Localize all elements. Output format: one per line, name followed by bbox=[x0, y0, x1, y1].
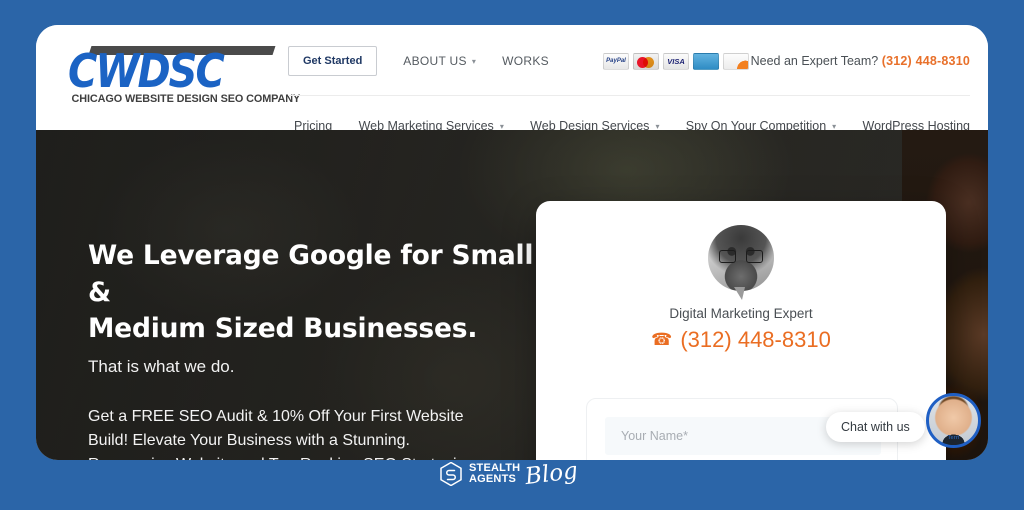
mastercard-icon bbox=[633, 52, 659, 70]
header-divider bbox=[288, 95, 970, 96]
phone-icon: ☎ bbox=[651, 330, 673, 349]
expert-prefix: Need an Expert Team? bbox=[750, 54, 879, 68]
card-phone-link[interactable]: ☎ (312) 448-8310 bbox=[536, 327, 946, 353]
glasses-icon bbox=[719, 250, 763, 263]
top-nav-about-us[interactable]: ABOUT US ▾ bbox=[403, 54, 476, 68]
stealth-agents-watermark: STEALTH AGENTS Blog bbox=[440, 457, 580, 491]
watermark-line-2: AGENTS bbox=[469, 473, 517, 485]
header-top-row: Get Started ABOUT US ▾ WORKS PayPal VISA… bbox=[288, 37, 970, 85]
paypal-icon: PayPal bbox=[603, 52, 629, 70]
get-started-button[interactable]: Get Started bbox=[288, 46, 378, 76]
hero-section: We Leverage Google for Small & Medium Si… bbox=[36, 130, 988, 460]
speech-bubble-tail-icon bbox=[734, 287, 745, 300]
browser-card: CWDSC CHICAGO WEBSITE DESIGN SEO COMPANY… bbox=[36, 25, 988, 460]
discover-icon bbox=[723, 52, 749, 70]
expert-avatar bbox=[708, 225, 774, 300]
card-phone-number: (312) 448-8310 bbox=[680, 327, 831, 352]
watermark-text: STEALTH AGENTS bbox=[469, 462, 520, 485]
hero-heading-line-2: Medium Sized Businesses. bbox=[88, 313, 478, 345]
hero-lead-line-1: Get a FREE SEO Audit & 10% Off Your Firs… bbox=[88, 407, 464, 425]
chat-with-us-bubble[interactable]: Chat with us bbox=[826, 412, 925, 442]
top-nav-works-label: WORKS bbox=[502, 54, 549, 68]
chat-agent-name: Terri bbox=[947, 435, 960, 441]
logo-wordmark: CWDSC bbox=[68, 45, 225, 99]
hero-heading: We Leverage Google for Small & Medium Si… bbox=[88, 238, 558, 348]
payment-icons: PayPal VISA bbox=[603, 52, 749, 70]
watermark-blog-script: Blog bbox=[523, 457, 580, 491]
visa-icon: VISA bbox=[663, 52, 689, 70]
chat-agent-avatar[interactable]: Terri bbox=[926, 393, 981, 448]
expert-role-label: Digital Marketing Expert bbox=[669, 306, 813, 321]
site-header: CWDSC CHICAGO WEBSITE DESIGN SEO COMPANY… bbox=[36, 25, 988, 133]
hero-lead-line-3: Responsive Website and Top-Ranking SEO S… bbox=[88, 453, 558, 460]
chevron-down-icon: ▾ bbox=[471, 56, 477, 66]
header-phone-link[interactable]: (312) 448-8310 bbox=[882, 54, 970, 68]
site-logo[interactable]: CWDSC CHICAGO WEBSITE DESIGN SEO COMPANY bbox=[68, 43, 300, 105]
top-nav-works[interactable]: WORKS bbox=[502, 54, 549, 68]
logo-tagline: CHICAGO WEBSITE DESIGN SEO COMPANY bbox=[71, 93, 301, 105]
stealth-agents-hexagon-icon bbox=[440, 462, 462, 486]
expert-avatar-photo bbox=[708, 225, 774, 291]
hero-copy: We Leverage Google for Small & Medium Si… bbox=[88, 238, 558, 460]
logo-mark: CWDSC bbox=[68, 43, 300, 98]
hero-lead-paragraph: Get a FREE SEO Audit & 10% Off Your Firs… bbox=[88, 405, 558, 460]
expert-contact: Need an Expert Team? (312) 448-8310 bbox=[751, 54, 970, 68]
hero-heading-line-1: We Leverage Google for Small & bbox=[88, 240, 534, 308]
top-nav-about-us-label: ABOUT US bbox=[403, 54, 467, 68]
amex-icon bbox=[693, 52, 719, 70]
hero-lead-line-2: Build! Elevate Your Business with a Stun… bbox=[88, 432, 410, 449]
hero-subheading: That is what we do. bbox=[88, 356, 235, 376]
